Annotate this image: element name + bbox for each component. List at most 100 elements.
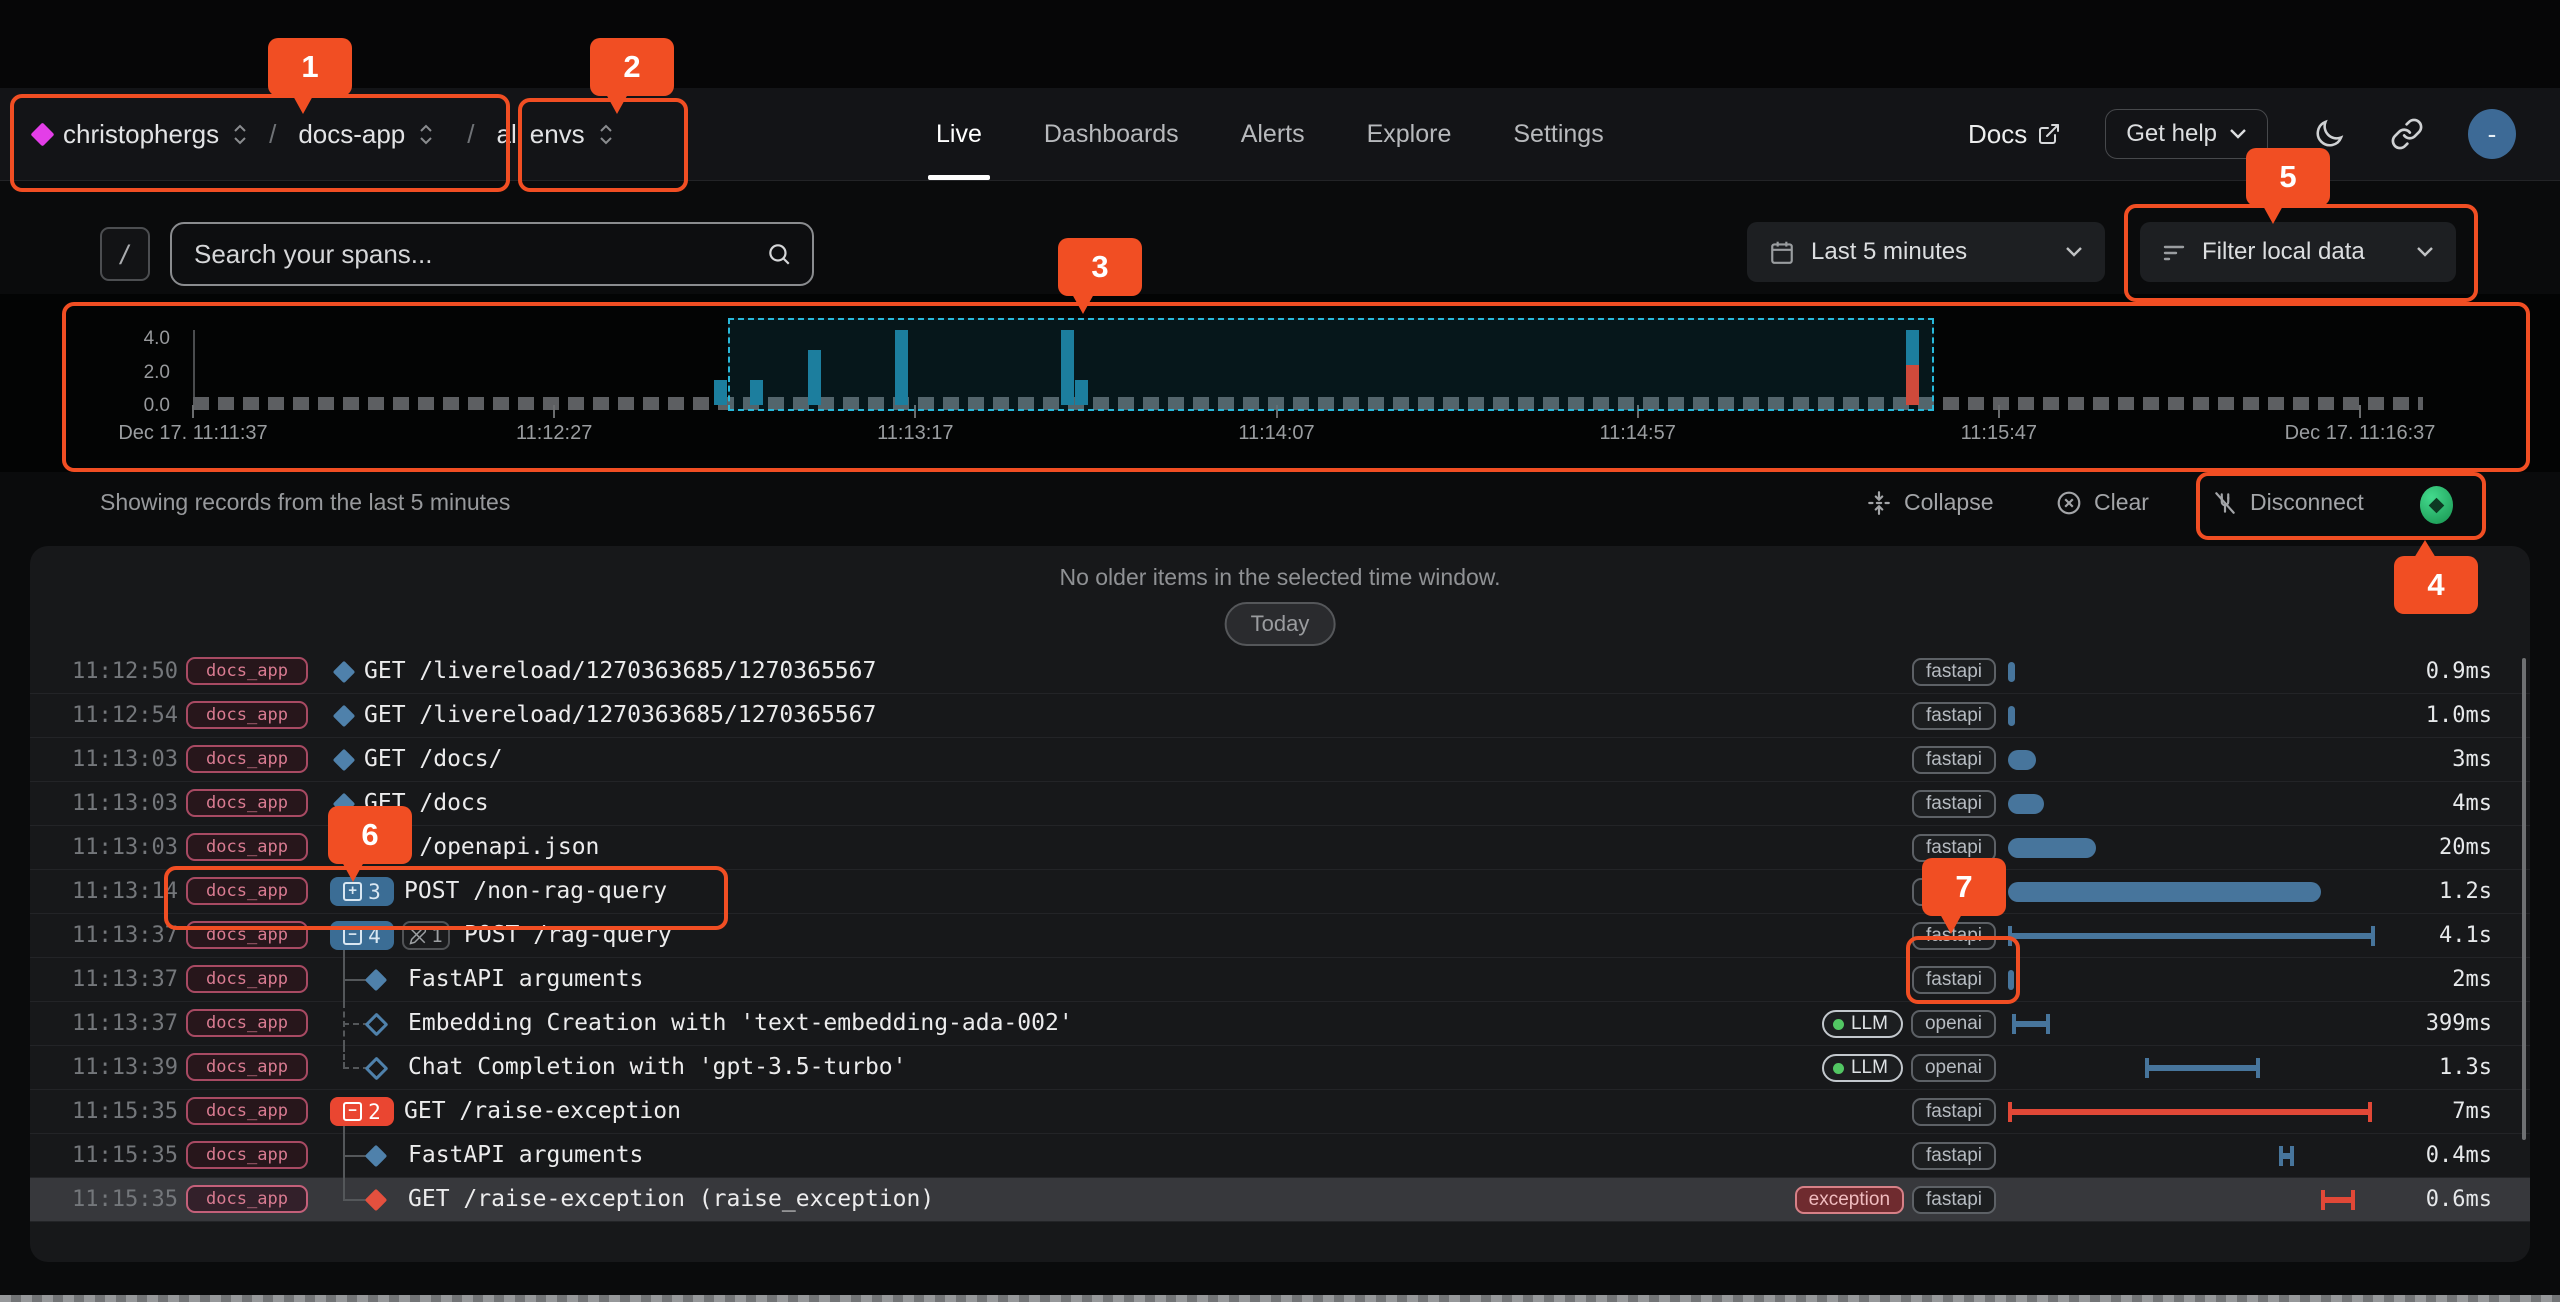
collapse-icon: − (343, 1102, 362, 1121)
table-row[interactable]: 11:15:35docs_appGET /raise-exception (ra… (30, 1178, 2530, 1222)
service-badge[interactable]: docs_app (186, 1141, 308, 1169)
tag-label: fastapi (1926, 1145, 1982, 1167)
tag-label: fastapi (1926, 793, 1982, 815)
table-row[interactable]: 11:13:37docs_app−41POST /rag-queryfastap… (30, 914, 2530, 958)
duration-bar (2008, 706, 2015, 726)
clear-button[interactable]: Clear (2056, 489, 2149, 516)
service-badge[interactable]: docs_app (186, 965, 308, 993)
scope-tag[interactable]: fastapi (1912, 966, 1996, 994)
env-select[interactable]: all envs (497, 119, 585, 150)
disconnect-button[interactable]: Disconnect (2212, 489, 2364, 516)
moon-icon[interactable] (2312, 117, 2346, 151)
link-icon[interactable] (2390, 117, 2424, 151)
time-range-button[interactable]: Last 5 minutes (1747, 222, 2105, 282)
service-badge[interactable]: docs_app (186, 1009, 308, 1037)
tag-label: exception (1809, 1189, 1890, 1211)
avatar[interactable]: - (2468, 109, 2516, 159)
duration-bar (2008, 794, 2044, 814)
span-timestamp: 11:15:35 (72, 1143, 178, 1168)
docs-link[interactable]: Docs (1968, 119, 2061, 150)
service-badge[interactable]: docs_app (186, 833, 308, 861)
scope-tag[interactable]: fastapi (1912, 1142, 1996, 1170)
span-duration: 4ms (2452, 791, 2492, 816)
table-row[interactable]: 11:13:03docs_appGET /docs/fastapi3ms (30, 738, 2530, 782)
llm-tag[interactable]: LLM (1822, 1054, 1903, 1082)
child-count-badge[interactable]: −4 (330, 921, 394, 950)
ibeam-cap-right (2046, 1014, 2050, 1034)
chevron-updown-icon[interactable] (233, 124, 247, 145)
span-duration: 1.2s (2439, 879, 2492, 904)
get-help-button[interactable]: Get help (2105, 109, 2268, 159)
exception-tag[interactable]: exception (1795, 1186, 1904, 1214)
duration-bar (2008, 838, 2096, 858)
service-badge[interactable]: docs_app (186, 1097, 308, 1125)
span-name: GET /docs/ (364, 746, 502, 772)
service-badge[interactable]: docs_app (186, 745, 308, 773)
connection-status-indicator[interactable] (2420, 486, 2453, 524)
ibeam-line (2008, 1109, 2372, 1115)
collapse-button[interactable]: Collapse (1866, 489, 1994, 516)
collapse-icon: − (343, 926, 362, 945)
service-badge[interactable]: docs_app (186, 657, 308, 685)
table-row[interactable]: 11:13:39docs_appChat Completion with 'gp… (30, 1046, 2530, 1090)
span-duration: 399ms (2426, 1011, 2492, 1036)
chevron-updown-icon[interactable] (599, 124, 613, 145)
llm-tag[interactable]: LLM (1822, 1010, 1903, 1038)
table-row[interactable]: 11:13:37docs_appFastAPI argumentsfastapi… (30, 958, 2530, 1002)
tag-label: LLM (1851, 1013, 1888, 1035)
tag-label: fastapi (1926, 969, 1982, 991)
scope-tag[interactable]: fastapi (1912, 1098, 1996, 1126)
span-duration: 0.4ms (2426, 1143, 2492, 1168)
org-select[interactable]: christophergs (63, 119, 219, 150)
service-badge[interactable]: docs_app (186, 877, 308, 905)
service-badge[interactable]: docs_app (186, 789, 308, 817)
span-duration: 0.9ms (2426, 659, 2492, 684)
child-count-badge[interactable]: −2 (330, 1097, 394, 1126)
tab-alerts[interactable]: Alerts (1241, 88, 1305, 180)
table-row[interactable]: 11:12:54docs_appGET /livereload/12703636… (30, 694, 2530, 738)
table-row[interactable]: 11:12:50docs_appGET /livereload/12703636… (30, 650, 2530, 694)
today-pill[interactable]: Today (1225, 602, 1336, 646)
filter-local-data-button[interactable]: Filter local data (2140, 222, 2456, 282)
table-row[interactable]: 11:15:35docs_app−2GET /raise-exceptionfa… (30, 1090, 2530, 1134)
x-tick-label: 11:14:07 (1238, 422, 1314, 445)
project-select[interactable]: docs-app (298, 119, 405, 150)
timeline-chart[interactable]: 4.02.00.0Dec 17. 11:11:3711:12:2711:13:1… (62, 302, 2522, 464)
table-row[interactable]: 11:13:37docs_appEmbedding Creation with … (30, 1002, 2530, 1046)
table-row[interactable]: 11:13:14docs_app+3POST /non-rag-queryfas… (30, 870, 2530, 914)
callout-bubble-4: 4 (2394, 556, 2478, 614)
tree-connector-stub (343, 1126, 345, 1134)
calendar-icon (1769, 239, 1795, 265)
span-tags: fastapi (1912, 1141, 1996, 1171)
callout-tail-5 (2262, 204, 2284, 224)
table-row[interactable]: 11:15:35docs_appFastAPI argumentsfastapi… (30, 1134, 2530, 1178)
scope-tag[interactable]: openai (1911, 1010, 1996, 1038)
span-kind-diamond-icon (365, 1145, 388, 1168)
scope-tag[interactable]: openai (1911, 1054, 1996, 1082)
tab-live[interactable]: Live (936, 88, 982, 180)
filter-icon (2162, 240, 2186, 264)
span-timestamp: 11:13:03 (72, 835, 178, 860)
scope-tag[interactable]: fastapi (1912, 790, 1996, 818)
scope-tag[interactable]: fastapi (1912, 1186, 1996, 1214)
chevron-updown-icon[interactable] (419, 124, 433, 145)
scrubbed-badge[interactable]: 1 (402, 921, 450, 950)
vertical-scrollbar[interactable] (2522, 658, 2526, 1140)
tab-explore[interactable]: Explore (1367, 88, 1452, 180)
scope-tag[interactable]: fastapi (1912, 658, 1996, 686)
time-selection-region[interactable] (728, 318, 1934, 411)
service-badge[interactable]: docs_app (186, 1185, 308, 1213)
tag-label: fastapi (1926, 705, 1982, 727)
ibeam-line (2321, 1197, 2355, 1203)
search-input[interactable] (172, 239, 766, 270)
span-timestamp: 11:12:54 (72, 703, 178, 728)
tab-dashboards[interactable]: Dashboards (1044, 88, 1179, 180)
search-icon (766, 241, 792, 267)
service-badge[interactable]: docs_app (186, 701, 308, 729)
scope-tag[interactable]: fastapi (1912, 746, 1996, 774)
expand-icon: + (343, 882, 362, 901)
tab-settings[interactable]: Settings (1513, 88, 1603, 180)
service-badge[interactable]: docs_app (186, 1053, 308, 1081)
service-badge[interactable]: docs_app (186, 921, 308, 949)
scope-tag[interactable]: fastapi (1912, 702, 1996, 730)
